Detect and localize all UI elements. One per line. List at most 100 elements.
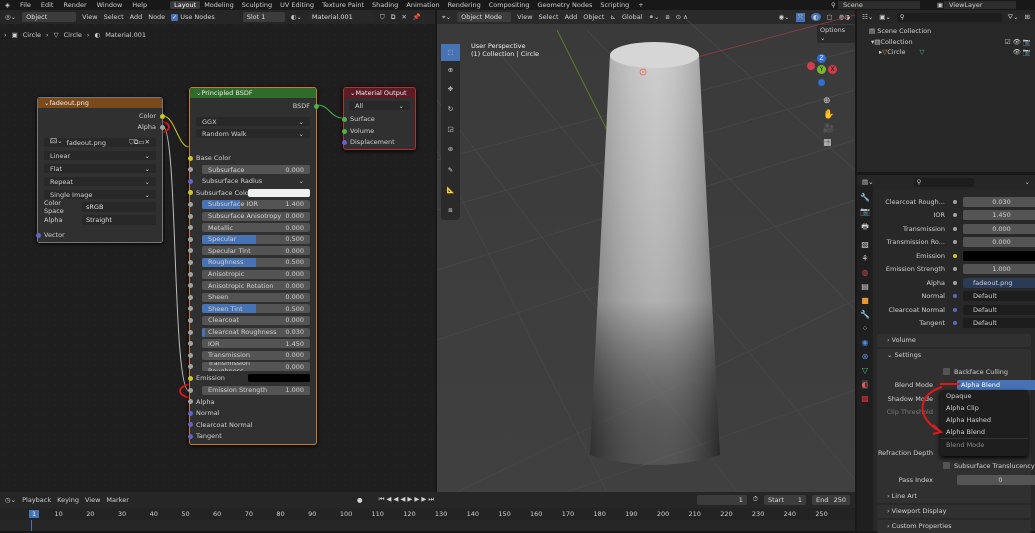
socket-icon[interactable] <box>159 113 165 119</box>
select-box-tool-icon[interactable]: ⬚ <box>441 44 460 61</box>
material-output-node[interactable]: ⌄ Material Output All ⌄ Surface Volume Di… <box>341 87 416 150</box>
image-action-icons[interactable]: ⛉⧉▭✕ <box>129 138 150 147</box>
gizmo-neg-x[interactable] <box>807 62 815 70</box>
scene-selector[interactable]: Scene <box>838 1 920 9</box>
visibility-icons[interactable]: ☑ 👁 📷 <box>1005 38 1031 46</box>
property-value-field[interactable]: fadeout.png <box>963 277 1035 288</box>
value-slider[interactable]: Anisotropic 0.000 <box>202 269 310 279</box>
socket-icon[interactable] <box>953 240 957 244</box>
pan-hand-icon[interactable]: ✋ <box>823 110 834 120</box>
socket-icon[interactable] <box>341 128 347 134</box>
gizmo-neg-z[interactable] <box>818 79 825 86</box>
render-tab-icon[interactable]: 📷 <box>860 207 870 216</box>
socket-icon[interactable] <box>187 167 193 173</box>
constraints-tab-icon[interactable]: ⊗ <box>862 352 869 361</box>
value-slider[interactable]: Clearcoat 0.000 <box>202 315 310 325</box>
node-header[interactable]: ⌄ Material Output <box>344 88 415 98</box>
menu-keying[interactable]: Keying <box>57 496 79 504</box>
gizmo-y-axis[interactable]: Y <box>817 65 826 74</box>
value-slider[interactable]: IOR 1.450 <box>202 339 310 349</box>
socket-icon[interactable] <box>187 225 193 231</box>
transform-tool-icon[interactable]: ⊛ <box>441 140 460 159</box>
display-mode-icon[interactable]: ☷⌄ <box>862 13 873 21</box>
socket-icon[interactable] <box>187 387 193 393</box>
value-slider[interactable]: Metallic 0.000 <box>202 223 310 233</box>
subsurface-method-dropdown[interactable]: Random Walk ⌄ <box>196 129 310 138</box>
image-selector[interactable]: 🖾⌄ fadeout.png ⛉⧉▭✕ <box>44 138 156 147</box>
physics-tab-icon[interactable]: ◉ <box>862 338 869 347</box>
value-slider[interactable]: Specular Tint 0.000 <box>202 246 310 256</box>
blender-logo-icon[interactable]: ◈ <box>0 1 15 9</box>
tab-shading[interactable]: Shading <box>368 1 402 9</box>
gizmo-x-axis[interactable]: X <box>828 65 837 74</box>
socket-icon[interactable] <box>953 213 957 217</box>
outliner-item-collection[interactable]: ▾ ▤ Collection ☑ 👁 📷 <box>871 38 1031 46</box>
data-tab-icon[interactable]: ▽ <box>862 366 868 375</box>
socket-icon[interactable] <box>187 352 193 358</box>
section-line-art[interactable]: › Line Art <box>877 490 1031 503</box>
zoom-icon[interactable]: ⊕ <box>823 96 834 106</box>
add-workspace-icon[interactable]: + <box>633 1 648 9</box>
value-slider[interactable]: Subsurface Anisotropy 0.000 <box>202 211 310 221</box>
socket-icon[interactable] <box>187 294 193 300</box>
value-slider[interactable]: Specular 0.500 <box>202 234 310 244</box>
socket-icon[interactable] <box>187 190 193 196</box>
rotate-tool-icon[interactable]: ↻ <box>441 100 460 119</box>
value-slider[interactable]: Transmission 0.000 <box>202 350 310 360</box>
menu-render[interactable]: Render <box>58 1 91 9</box>
navigation-gizmo[interactable]: Z Y X <box>807 54 837 86</box>
visibility-icons[interactable]: 👁 📷 <box>1013 48 1031 56</box>
extension-dropdown[interactable]: Repeat ⌄ <box>44 177 156 186</box>
socket-icon[interactable] <box>953 307 957 312</box>
image-texture-node[interactable]: ⌄ fadeout.png Color Alpha 🖾⌄ fadeout.png ⛉… <box>35 97 165 243</box>
auto-keying-icon[interactable]: ● <box>357 496 363 504</box>
socket-icon[interactable] <box>187 433 193 439</box>
outliner-item-scene-collection[interactable]: ▤ Scene Collection <box>869 27 931 35</box>
view-layer-selector[interactable]: ViewLayer <box>944 1 1016 9</box>
end-frame-field[interactable]: End 250 <box>812 494 850 505</box>
socket-icon[interactable] <box>953 253 957 258</box>
tab-sculpting[interactable]: Sculpting <box>238 1 276 9</box>
section-volume[interactable]: › Volume <box>877 334 1031 347</box>
socket-icon[interactable] <box>187 259 193 265</box>
cursor-tool-icon[interactable]: ⊕ <box>441 62 460 79</box>
object-tab-icon[interactable]: ■ <box>861 296 869 305</box>
socket-icon[interactable] <box>953 280 957 285</box>
stopwatch-icon[interactable]: ⏱ <box>753 495 758 504</box>
tab-texture-paint[interactable]: Texture Paint <box>318 1 368 9</box>
menu-edit[interactable]: Edit <box>36 1 59 9</box>
socket-icon[interactable] <box>187 271 193 277</box>
collection-tab-icon[interactable]: ▤ <box>861 282 869 291</box>
tab-uv-editing[interactable]: UV Editing <box>276 1 318 9</box>
grid-icon[interactable]: ▦ <box>823 138 834 148</box>
options-chevron-icon[interactable]: ⌄ <box>1025 178 1030 186</box>
tab-layout[interactable]: Layout <box>170 1 201 9</box>
property-value-field[interactable]: Default <box>963 291 1035 301</box>
socket-icon[interactable] <box>341 116 347 122</box>
annotate-tool-icon[interactable]: ✎ <box>441 160 460 180</box>
camera-icon[interactable]: 🎥 <box>823 124 834 134</box>
color-swatch[interactable] <box>248 188 310 197</box>
outliner-item-circle[interactable]: ▸ ▽ Circle ▽ 👁 📷 <box>879 48 1031 56</box>
scene-tab-icon[interactable]: ⚘ <box>861 254 868 263</box>
subsurface-translucency-checkbox[interactable]: Subsurface Translucency <box>943 460 1035 471</box>
socket-icon[interactable] <box>187 341 193 347</box>
particles-tab-icon[interactable]: ⁘ <box>862 324 869 333</box>
outliner[interactable]: ☷⌄ ▣⌄ ⚲ ⛛⌄ ⊞ ▤ Scene Collection ▾ ▤ Collec… <box>857 10 1035 172</box>
socket-icon[interactable] <box>187 399 193 405</box>
alpha-mode-dropdown[interactable]: Straight <box>82 215 156 225</box>
new-collection-icon[interactable]: ⊞ <box>1025 13 1030 21</box>
distribution-dropdown[interactable]: GGX ⌄ <box>196 117 310 126</box>
socket-icon[interactable] <box>953 294 957 298</box>
view-layer-tab-icon[interactable]: ▧ <box>861 240 869 249</box>
value-slider[interactable]: Roughness 0.500 <box>202 257 310 267</box>
playback-controls[interactable]: ⏮◀◀◀▶▶▶⏭ <box>379 495 437 504</box>
tab-geometry-nodes[interactable]: Geometry Nodes <box>534 1 597 9</box>
property-value-field[interactable]: 0.030 <box>963 196 1035 207</box>
property-value-field[interactable]: 1.000 <box>963 264 1035 274</box>
socket-icon[interactable] <box>187 178 193 184</box>
socket-icon[interactable] <box>953 267 957 271</box>
pass-index-field[interactable]: 0 <box>957 474 1035 485</box>
property-value-field[interactable]: Default <box>963 318 1035 328</box>
properties-search-input[interactable]: ⚲ <box>913 177 974 187</box>
